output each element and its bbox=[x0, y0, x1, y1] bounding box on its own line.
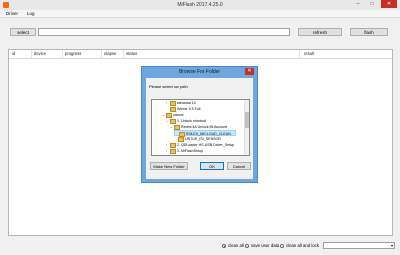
clean-all-and-lock-label: clean all and lock bbox=[286, 243, 319, 248]
column-divider bbox=[123, 50, 124, 58]
column-divider bbox=[101, 50, 102, 58]
clean-all-and-lock-radio[interactable] bbox=[280, 244, 284, 248]
script-combobox[interactable]: ▾ bbox=[323, 242, 395, 249]
menu-log[interactable]: Log bbox=[27, 11, 35, 16]
close-button[interactable]: ✕ bbox=[381, 0, 397, 8]
folder-icon bbox=[170, 142, 176, 148]
dialog-close-button[interactable]: ✕ bbox=[245, 68, 254, 75]
ok-button[interactable]: OK bbox=[200, 162, 224, 170]
flash-button[interactable]: flash bbox=[350, 28, 388, 36]
column-divider bbox=[299, 50, 300, 58]
dialog-body: Please select sw path › windows 10 Winrar… bbox=[146, 78, 253, 179]
column-progress[interactable]: progress bbox=[65, 51, 81, 56]
chevron-down-icon[interactable]: ▾ bbox=[391, 243, 393, 249]
path-input[interactable] bbox=[38, 28, 290, 36]
dialog-prompt: Please select sw path bbox=[149, 84, 188, 89]
menu-bar: Driver Log bbox=[0, 10, 400, 18]
column-elapse[interactable]: elapse bbox=[104, 51, 116, 56]
column-divider bbox=[31, 50, 32, 58]
select-button[interactable]: select bbox=[10, 28, 36, 36]
cancel-button[interactable]: Cancel bbox=[227, 162, 251, 170]
tree-scrollbar[interactable] bbox=[244, 100, 249, 155]
folder-icon bbox=[178, 136, 184, 142]
save-user-data-radio[interactable] bbox=[245, 244, 249, 248]
dialog-title: Browse For Folder bbox=[178, 69, 221, 75]
column-result[interactable]: result bbox=[304, 51, 314, 56]
tree-item[interactable]: › 3. MiFlashSetup bbox=[166, 148, 203, 154]
save-user-data-label: save user data bbox=[251, 243, 280, 248]
maximize-button[interactable]: □ bbox=[366, 0, 378, 8]
folder-icon bbox=[170, 118, 176, 124]
grid-header: id device progress elapse status result bbox=[9, 50, 392, 59]
folder-icon bbox=[174, 124, 180, 130]
folder-icon bbox=[170, 100, 176, 106]
menu-driver[interactable]: Driver bbox=[6, 11, 18, 16]
folder-icon bbox=[170, 106, 176, 112]
folder-tree[interactable]: › windows 10 Winrar 5.5 Full ⌄ xiaomi ⌄ 1. … bbox=[151, 99, 250, 156]
scrollbar-thumb[interactable] bbox=[245, 112, 249, 128]
window-title: MiFlash 2017.4.25.0 bbox=[177, 2, 223, 8]
refresh-button[interactable]: refresh bbox=[298, 28, 342, 36]
minimize-button[interactable]: – bbox=[352, 0, 364, 8]
column-status[interactable]: status bbox=[126, 51, 137, 56]
make-new-folder-button[interactable]: Make New Folder bbox=[150, 162, 188, 170]
folder-icon bbox=[170, 148, 176, 154]
column-device[interactable]: device bbox=[34, 51, 46, 56]
browse-folder-dialog: Browse For Folder ✕ Please select sw pat… bbox=[141, 66, 258, 183]
clean-all-radio[interactable] bbox=[222, 244, 226, 248]
folder-icon bbox=[166, 112, 172, 118]
column-id[interactable]: id bbox=[12, 51, 15, 56]
clean-all-label: clean all bbox=[228, 243, 244, 248]
column-divider bbox=[62, 50, 63, 58]
title-bar: MiFlash 2017.4.25.0 – □ ✕ bbox=[0, 0, 400, 10]
